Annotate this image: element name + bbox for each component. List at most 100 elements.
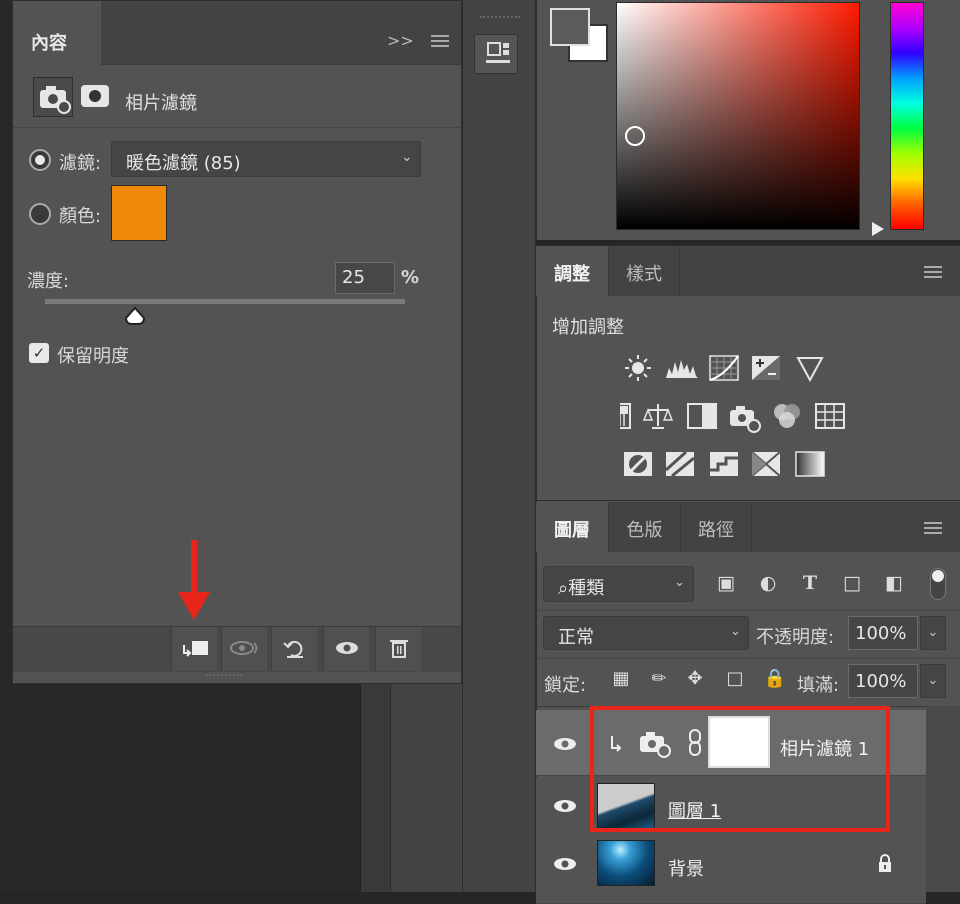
vibrance-icon[interactable] xyxy=(796,357,824,383)
selective-color-icon[interactable] xyxy=(751,451,781,477)
adjustment-title: 相片濾鏡 xyxy=(125,93,197,114)
trash-icon xyxy=(389,640,408,658)
annotation-arrow xyxy=(178,540,210,620)
layers-scrollbar[interactable] xyxy=(926,706,960,892)
clip-to-layer-button[interactable] xyxy=(171,627,217,671)
type-layer-filter-icon[interactable]: T xyxy=(796,572,824,596)
divider xyxy=(536,658,960,659)
color-swatch[interactable] xyxy=(111,185,167,241)
panel-menu-icon[interactable] xyxy=(431,35,449,47)
panel-menu-icon[interactable] xyxy=(924,266,942,278)
collapse-panel-icon[interactable]: >> xyxy=(387,31,414,50)
tab-properties[interactable]: 內容 xyxy=(13,1,101,65)
chevron-down-icon[interactable]: ⌄ xyxy=(920,616,946,650)
fill-input[interactable]: 100% xyxy=(848,664,918,698)
lock-artboard-icon[interactable]: □ xyxy=(722,668,748,694)
color-picker-ring[interactable] xyxy=(625,126,645,146)
panel-grip[interactable] xyxy=(480,16,520,22)
foreground-color-swatch[interactable] xyxy=(550,8,590,46)
layer-name[interactable]: 背景 xyxy=(668,855,704,881)
camera-icon xyxy=(40,86,71,114)
reset-icon xyxy=(282,640,303,658)
collapsed-panel-column xyxy=(462,0,536,892)
panel-menu-icon[interactable] xyxy=(924,522,942,534)
lock-icon xyxy=(879,854,891,872)
density-label: 濃度: xyxy=(27,271,70,292)
eye-icon[interactable] xyxy=(552,736,578,752)
exposure-icon[interactable] xyxy=(752,356,780,380)
tab-paths[interactable]: 路徑 xyxy=(680,502,752,552)
reset-button[interactable] xyxy=(271,627,317,671)
eye-icon[interactable] xyxy=(552,856,578,872)
chevron-down-icon: ⌄ xyxy=(401,149,413,165)
posterize-icon[interactable] xyxy=(664,450,695,478)
layer-row[interactable] xyxy=(536,838,926,904)
brightness-contrast-icon[interactable] xyxy=(625,355,651,381)
clip-to-layer-icon xyxy=(182,641,208,657)
density-slider[interactable] xyxy=(45,299,405,304)
eye-previous-icon xyxy=(229,641,257,655)
pixel-layer-filter-icon[interactable]: ▣ xyxy=(712,572,740,596)
view-previous-state-button[interactable] xyxy=(221,627,267,671)
channel-mixer-icon[interactable] xyxy=(774,404,800,428)
tab-styles[interactable]: 樣式 xyxy=(608,246,680,296)
lock-image-pixels-icon[interactable]: ✏ xyxy=(646,668,672,694)
divider xyxy=(536,610,960,611)
layer-kind-filter-dropdown[interactable]: ⌕種類 ⌄ xyxy=(543,566,694,602)
color-balance-icon[interactable] xyxy=(642,404,674,429)
mask-icon[interactable] xyxy=(81,85,109,107)
chevron-down-icon[interactable]: ⌄ xyxy=(920,664,946,698)
tab-channels[interactable]: 色版 xyxy=(608,502,680,552)
slider-thumb[interactable] xyxy=(123,306,147,326)
layer-filter-toggle[interactable] xyxy=(930,568,946,600)
hue-saturation-icon[interactable] xyxy=(620,403,631,429)
preserve-luminosity-label: 保留明度 xyxy=(57,346,129,367)
density-unit: % xyxy=(401,267,420,288)
properties-panel: 內容 >> 相片濾鏡 濾鏡: 暖色濾鏡 (85) ⌄ 顏色: 濃度: 25 % … xyxy=(12,0,462,684)
lock-position-icon[interactable]: ✥ xyxy=(682,668,708,694)
photo-filter-type-button[interactable] xyxy=(33,77,73,117)
tab-layers[interactable]: 圖層 xyxy=(536,502,608,552)
adjustment-layer-filter-icon[interactable]: ◐ xyxy=(754,572,782,596)
search-icon: ⌕ xyxy=(558,578,569,599)
3d-cube-icon xyxy=(486,42,510,63)
annotation-highlight-box xyxy=(590,706,890,832)
black-white-icon[interactable] xyxy=(687,403,717,429)
tab-adjustments[interactable]: 調整 xyxy=(536,246,608,296)
blend-mode-dropdown[interactable]: 正常 ⌄ xyxy=(543,616,749,650)
divider xyxy=(13,127,461,128)
shape-layer-filter-icon[interactable]: □ xyxy=(838,572,866,596)
density-input[interactable]: 25 xyxy=(335,262,395,294)
lock-label: 鎖定: xyxy=(544,675,587,696)
preserve-luminosity-checkbox[interactable]: ✓ xyxy=(29,343,49,363)
gradient-map-icon[interactable] xyxy=(795,451,825,477)
levels-icon[interactable] xyxy=(666,360,698,378)
filter-label: 濾鏡: xyxy=(59,153,102,174)
kind-label: 種類 xyxy=(568,578,605,599)
3d-panel-button[interactable] xyxy=(474,34,518,74)
hue-marker[interactable] xyxy=(872,222,884,236)
toggle-visibility-button[interactable] xyxy=(323,627,369,671)
panel-resize-grip[interactable] xyxy=(206,674,242,678)
curves-icon[interactable] xyxy=(709,355,739,381)
filter-radio[interactable] xyxy=(29,149,51,171)
color-radio[interactable] xyxy=(29,203,51,225)
opacity-input[interactable]: 100% xyxy=(848,616,918,650)
invert-icon[interactable] xyxy=(624,452,652,476)
layer-thumbnail[interactable] xyxy=(597,840,655,886)
delete-button[interactable] xyxy=(375,627,421,671)
hue-slider[interactable] xyxy=(890,2,924,230)
opacity-label: 不透明度: xyxy=(756,627,835,648)
eye-icon[interactable] xyxy=(552,798,578,814)
threshold-icon[interactable] xyxy=(710,452,738,476)
lock-transparent-pixels-icon[interactable]: ▦ xyxy=(608,668,634,694)
photo-filter-icon[interactable] xyxy=(730,406,761,433)
saturation-brightness-field[interactable] xyxy=(616,2,860,230)
add-adjustment-title: 增加調整 xyxy=(552,317,624,338)
lock-all-icon[interactable]: 🔒 xyxy=(762,668,788,694)
smart-object-filter-icon[interactable]: ◧ xyxy=(880,572,908,596)
chevron-down-icon: ⌄ xyxy=(730,624,741,639)
eye-icon xyxy=(335,642,358,654)
color-lookup-icon[interactable] xyxy=(815,403,845,429)
filter-dropdown[interactable]: 暖色濾鏡 (85) xyxy=(111,141,421,177)
